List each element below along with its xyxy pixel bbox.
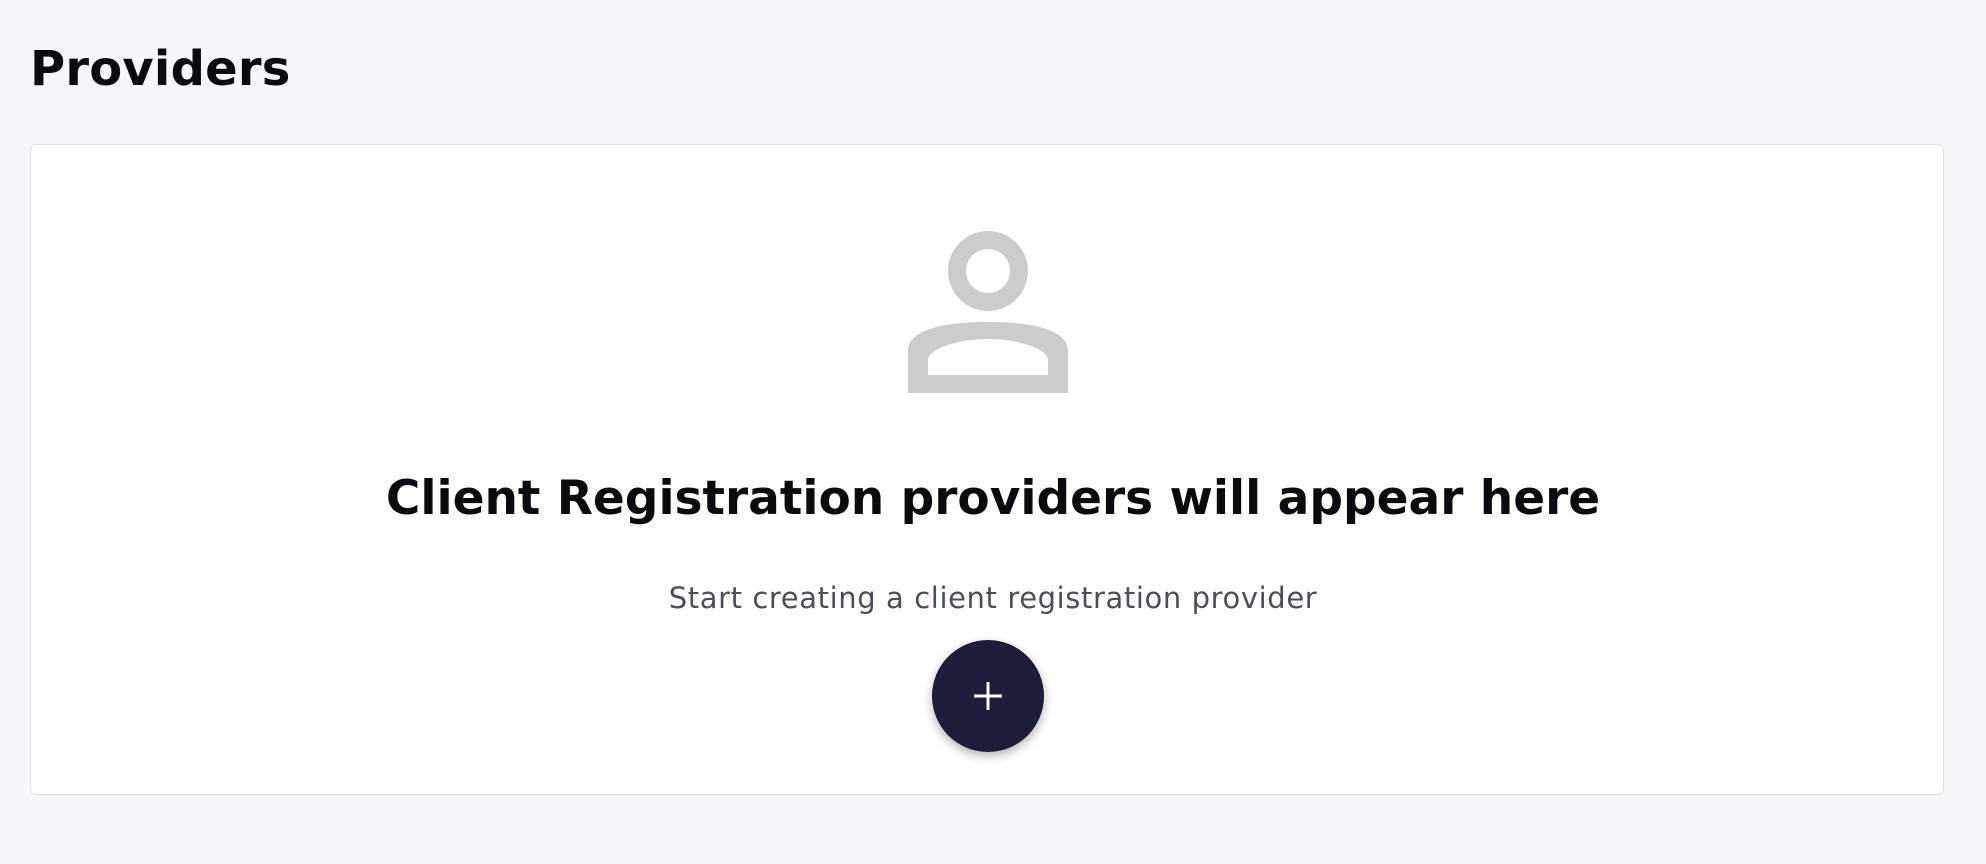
add-provider-button[interactable] (932, 640, 1044, 752)
person-icon (908, 231, 1068, 393)
empty-state-subtitle: Start creating a client registration pro… (668, 581, 1318, 615)
page-title: Providers (30, 41, 291, 97)
plus-icon (974, 682, 1002, 710)
providers-page: Providers Client Registration providers … (0, 0, 1986, 864)
empty-state-title: Client Registration providers will appea… (385, 471, 1601, 526)
